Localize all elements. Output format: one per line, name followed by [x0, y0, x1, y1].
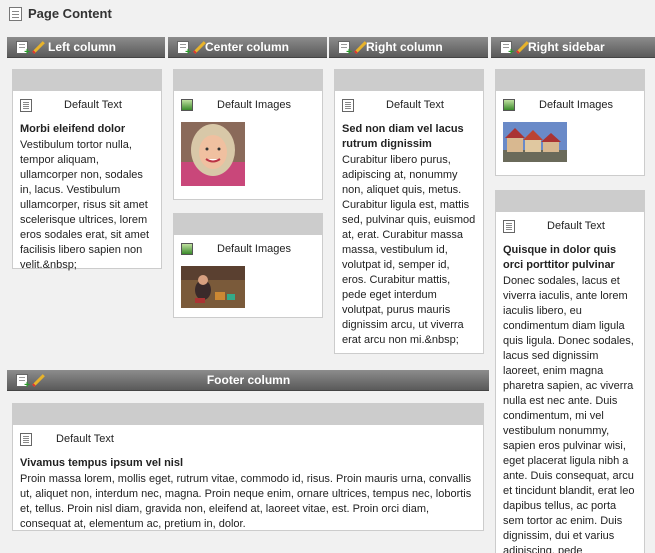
- column-header-right: Right column: [329, 37, 488, 58]
- content-element-footer-text[interactable]: Default Text Vivamus tempus ipsum vel ni…: [12, 403, 484, 531]
- content-type-label: Default Text: [547, 220, 605, 232]
- content-heading: Sed non diam vel lacus rutrum dignissim: [342, 123, 464, 150]
- content-type-label: Default Images: [217, 99, 291, 111]
- column-header-footer: Footer column: [7, 370, 489, 391]
- page-content-icon: [9, 6, 22, 21]
- column-label-right: Right column: [366, 40, 443, 54]
- column-label-left: Left column: [48, 40, 116, 54]
- content-body: Curabitur libero purus, adipiscing at, n…: [342, 154, 476, 346]
- content-element-drag-bar[interactable]: [13, 404, 483, 425]
- page-title: Page Content: [9, 6, 112, 21]
- text-content-icon: [503, 219, 515, 233]
- column-label-footer: Footer column: [206, 373, 291, 387]
- content-element-sidebar-text[interactable]: Default Text Quisque in dolor quis orci …: [495, 190, 645, 553]
- content-type-label: Default Images: [217, 243, 291, 255]
- content-element-drag-bar[interactable]: [496, 70, 644, 91]
- children-playing-thumbnail[interactable]: [181, 266, 245, 308]
- edit-pencil-icon[interactable]: [191, 40, 205, 54]
- content-type-label: Default Text: [64, 99, 122, 111]
- column-header-center: Center column: [168, 37, 327, 58]
- text-content-icon: [20, 432, 32, 446]
- edit-pencil-icon[interactable]: [30, 40, 44, 54]
- content-element-center-images-1[interactable]: Default Images: [173, 69, 323, 200]
- text-content-icon: [20, 98, 32, 112]
- column-header-sidebar: Right sidebar: [491, 37, 655, 58]
- content-element-center-images-2[interactable]: Default Images: [173, 213, 323, 318]
- column-label-center: Center column: [205, 40, 290, 54]
- content-body: Vestibulum tortor nulla, tempor aliquam,…: [20, 139, 150, 271]
- add-content-icon[interactable]: [177, 40, 191, 58]
- content-element-left-text[interactable]: Default Text Morbi eleifend dolor Vestib…: [12, 69, 162, 271]
- add-content-icon[interactable]: [500, 40, 514, 58]
- add-content-icon[interactable]: [16, 40, 30, 58]
- content-element-drag-bar[interactable]: [174, 214, 322, 235]
- content-element-drag-bar[interactable]: [13, 70, 161, 91]
- add-content-icon[interactable]: [338, 40, 352, 58]
- column-header-left: Left column: [7, 37, 165, 58]
- edit-pencil-icon[interactable]: [352, 40, 366, 54]
- content-element-drag-bar[interactable]: [174, 70, 322, 91]
- content-type-label: Default Text: [386, 99, 444, 111]
- page-title-label: Page Content: [28, 6, 112, 21]
- content-body: Proin massa lorem, mollis eget, rutrum v…: [20, 473, 472, 530]
- content-heading: Quisque in dolor quis orci porttitor pul…: [503, 244, 617, 271]
- girl-portrait-thumbnail[interactable]: [181, 122, 245, 186]
- image-content-icon: [181, 243, 193, 255]
- edit-pencil-icon[interactable]: [30, 373, 44, 387]
- image-content-icon: [181, 99, 193, 111]
- content-element-sidebar-images[interactable]: Default Images: [495, 69, 645, 176]
- content-element-right-text[interactable]: Default Text Sed non diam vel lacus rutr…: [334, 69, 484, 354]
- edit-pencil-icon[interactable]: [514, 40, 528, 54]
- content-type-label: Default Text: [56, 433, 114, 445]
- houses-street-thumbnail[interactable]: [503, 122, 567, 162]
- content-heading: Morbi eleifend dolor: [20, 123, 126, 135]
- add-content-icon[interactable]: [16, 373, 30, 391]
- content-heading: Vivamus tempus ipsum vel nisl: [20, 457, 184, 469]
- content-element-drag-bar[interactable]: [496, 191, 644, 212]
- content-body: Donec sodales, lacus et viverra iaculis,…: [503, 275, 635, 553]
- text-content-icon: [342, 98, 354, 112]
- content-element-drag-bar[interactable]: [335, 70, 483, 91]
- content-type-label: Default Images: [539, 99, 613, 111]
- column-label-sidebar: Right sidebar: [528, 40, 605, 54]
- image-content-icon: [503, 99, 515, 111]
